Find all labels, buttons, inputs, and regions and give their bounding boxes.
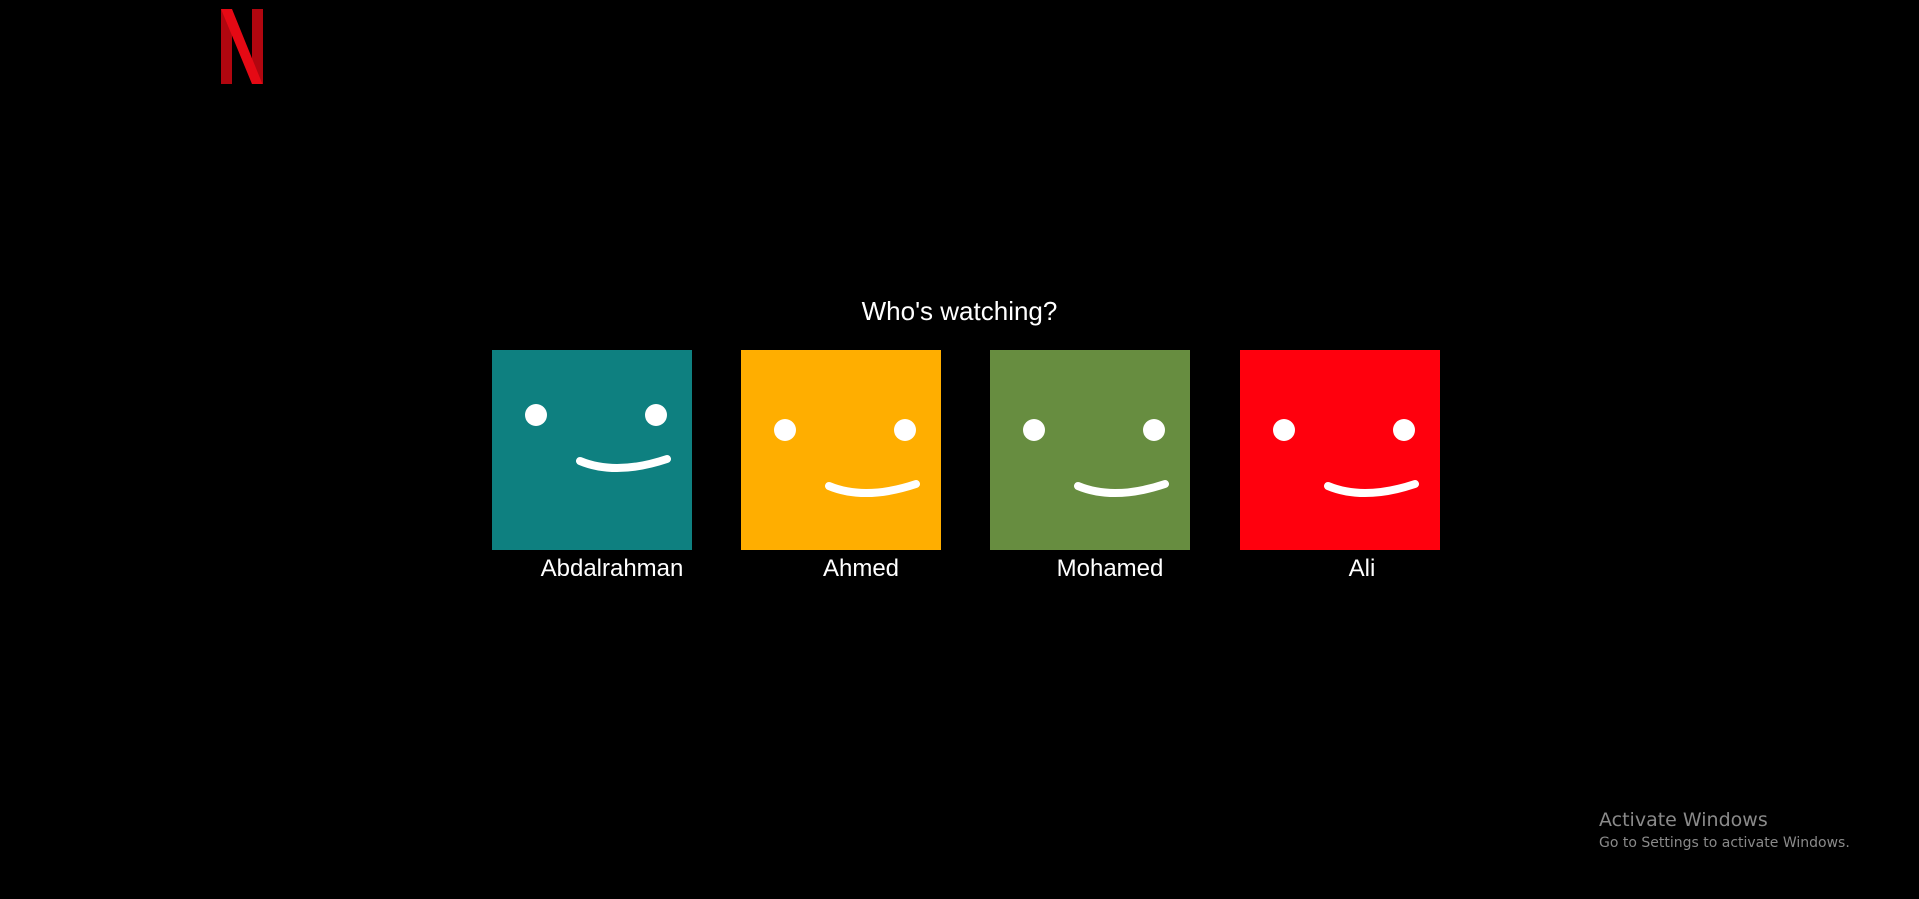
netflix-logo-icon[interactable] [221,9,263,84]
smiley-face-icon [492,350,692,550]
smiley-face-icon [741,350,941,550]
profile-card-abdalrahman[interactable]: Abdalrahman [492,350,692,590]
page-title: Who's watching? [861,296,1058,326]
profile-card-mohamed[interactable]: Mohamed [990,350,1190,590]
activate-windows-watermark: Activate Windows Go to Settings to activ… [1599,808,1850,853]
activate-windows-subtitle: Go to Settings to activate Windows. [1599,835,1850,851]
profile-avatar[interactable] [741,350,941,550]
profile-avatar[interactable] [1240,350,1440,550]
profile-name[interactable]: Ahmed [761,553,961,585]
profile-card-ahmed[interactable]: Ahmed [741,350,941,590]
activate-windows-title: Activate Windows [1599,809,1768,831]
profile-avatar[interactable] [990,350,1190,550]
profile-selection-page: Who's watching? Abdalrahman Ahmed Mohame… [0,0,1919,899]
smiley-face-icon [1240,350,1440,550]
profile-card-ali[interactable]: Ali [1240,350,1440,590]
profile-list: Abdalrahman Ahmed Mohamed Ali [492,350,1442,590]
profile-name[interactable]: Ali [1262,553,1462,585]
profile-name[interactable]: Abdalrahman [512,553,712,585]
netflix-n-logo-icon [221,9,263,84]
profile-avatar[interactable] [492,350,692,550]
profile-name[interactable]: Mohamed [1010,553,1210,585]
smiley-face-icon [990,350,1190,550]
